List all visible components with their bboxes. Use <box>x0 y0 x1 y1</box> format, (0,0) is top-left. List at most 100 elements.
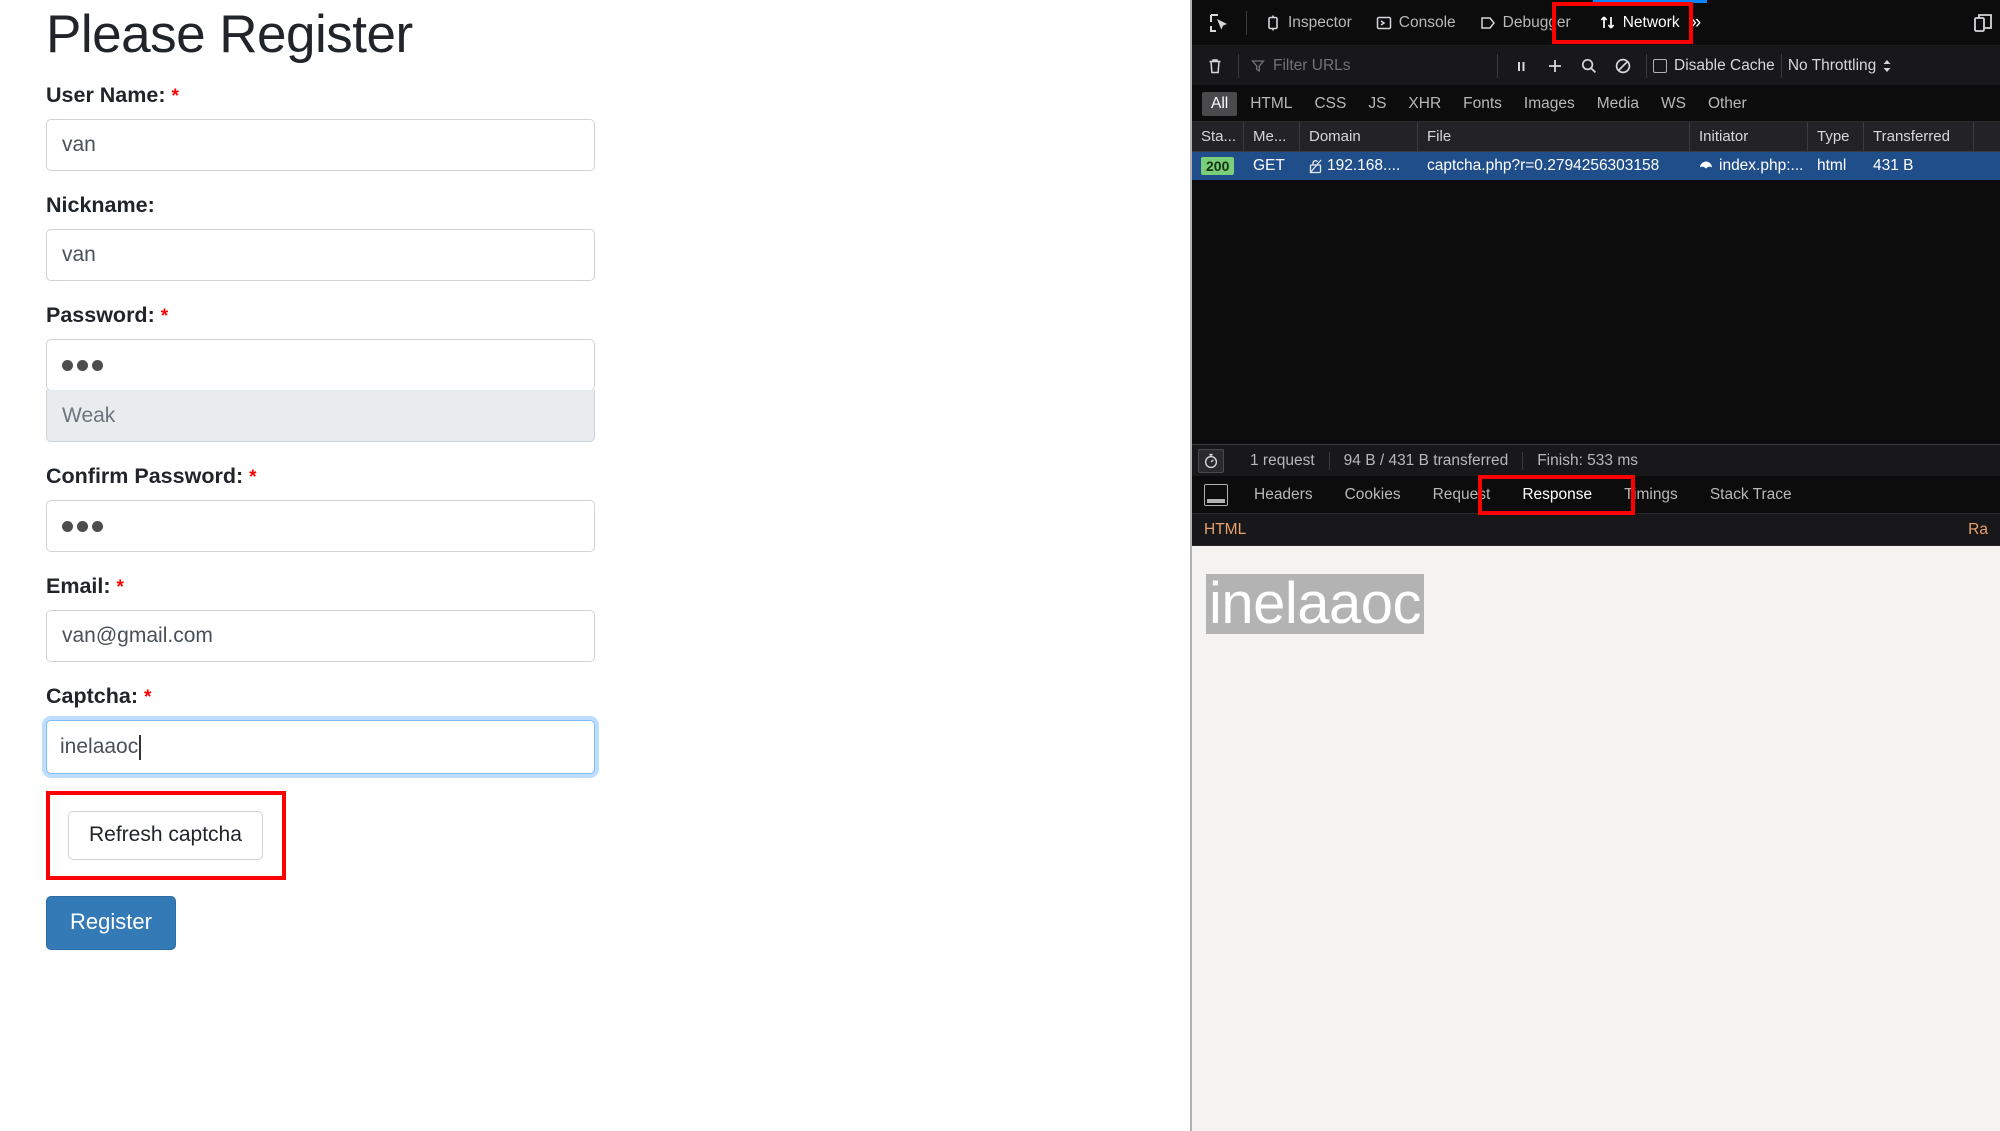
refresh-captcha-button[interactable]: Refresh captcha <box>68 811 263 860</box>
label-password: Password: * <box>46 303 1190 328</box>
page-title: Please Register <box>46 5 413 64</box>
field-group-nickname: Nickname: van <box>46 193 1190 281</box>
tab-console[interactable]: Console <box>1364 0 1468 46</box>
filter-media[interactable]: Media <box>1588 92 1648 116</box>
required-marker: * <box>143 687 152 708</box>
column-header-file[interactable]: File <box>1418 122 1690 151</box>
input-nickname[interactable]: van <box>46 229 595 281</box>
input-email[interactable]: van@gmail.com <box>46 610 595 662</box>
column-header-domain[interactable]: Domain <box>1300 122 1418 151</box>
input-captcha-value: inelaaoc <box>60 735 139 758</box>
disable-cache-label: Disable Cache <box>1674 56 1775 74</box>
column-header-initiator[interactable]: Initiator <box>1690 122 1808 151</box>
disable-cache-checkbox[interactable]: Disable Cache <box>1653 57 1775 75</box>
filter-js[interactable]: JS <box>1359 92 1395 116</box>
request-detail-tabs: Headers Cookies Request Response Timings… <box>1192 475 2000 515</box>
filter-ws[interactable]: WS <box>1652 92 1695 116</box>
console-icon <box>1376 15 1392 31</box>
network-toolbar: Filter URLs Disable Cache No Throttling <box>1192 46 2000 86</box>
cause-icon <box>1699 160 1713 172</box>
label-captcha: Captcha: * <box>46 684 1190 709</box>
overflow-chevron-icon[interactable]: » <box>1691 12 1702 34</box>
detail-tab-headers[interactable]: Headers <box>1238 476 1329 514</box>
input-nickname-value: van <box>62 243 96 266</box>
trash-icon[interactable] <box>1198 50 1232 82</box>
filter-icon <box>1251 59 1265 73</box>
input-confirm-password[interactable] <box>46 500 595 552</box>
chevron-updown-icon <box>1882 58 1892 74</box>
filter-images[interactable]: Images <box>1515 92 1584 116</box>
element-picker-icon[interactable] <box>1198 2 1240 44</box>
throttling-select[interactable]: No Throttling <box>1788 57 1892 75</box>
refresh-captcha-highlight: Refresh captcha <box>46 791 286 880</box>
filter-css[interactable]: CSS <box>1305 92 1355 116</box>
captcha-rendered-text: inelaaoc <box>1206 574 1425 634</box>
tab-console-label: Console <box>1398 13 1456 31</box>
search-icon[interactable] <box>1572 50 1606 82</box>
password-dot <box>62 520 73 532</box>
responsive-design-mode-icon[interactable] <box>1972 11 1996 35</box>
network-summary-bar: 1 request 94 B / 431 B transferred Finis… <box>1192 444 2000 476</box>
toolbar-divider <box>1238 53 1239 78</box>
checkbox-box <box>1653 58 1667 73</box>
required-marker: * <box>116 577 124 598</box>
request-domain-text: 192.168.... <box>1327 157 1401 174</box>
input-captcha[interactable]: inelaaoc <box>46 720 595 774</box>
request-domain-cell: 192.168.... <box>1300 152 1418 180</box>
input-password[interactable] <box>46 339 595 391</box>
detail-tab-cookies[interactable]: Cookies <box>1329 476 1417 514</box>
filter-all[interactable]: All <box>1202 91 1238 116</box>
request-file-cell: captcha.php?r=0.2794256303158 <box>1427 157 1660 174</box>
label-email: Email: * <box>46 574 1190 599</box>
field-group-username: User Name: * van <box>46 83 1190 171</box>
raw-toggle-label[interactable]: Ra <box>1968 521 1988 539</box>
label-nickname-text: Nickname: <box>46 193 155 217</box>
stopwatch-icon[interactable] <box>1198 448 1224 473</box>
password-dot <box>92 520 103 532</box>
request-initiator-text: index.php:... <box>1719 157 1804 174</box>
filter-html[interactable]: HTML <box>1241 92 1301 116</box>
column-header-status[interactable]: Sta... <box>1192 122 1244 151</box>
detail-tab-stack-trace[interactable]: Stack Trace <box>1694 476 1808 514</box>
response-body-preview: inelaaoc <box>1192 546 2000 1131</box>
column-header-method[interactable]: Me... <box>1244 122 1300 151</box>
request-table-header: Sta... Me... Domain File Initiator Type … <box>1192 122 2000 152</box>
column-header-type[interactable]: Type <box>1808 122 1864 151</box>
label-username: User Name: * <box>46 83 1190 108</box>
detail-tab-response[interactable]: Response <box>1506 475 1608 514</box>
throttling-value: No Throttling <box>1787 56 1877 74</box>
toolbar-divider <box>1246 10 1247 35</box>
field-group-password: Password: * Weak <box>46 303 1190 442</box>
column-header-transferred[interactable]: Transferred <box>1864 122 1974 151</box>
detail-tab-timings[interactable]: Timings <box>1608 476 1694 514</box>
filter-fonts[interactable]: Fonts <box>1454 92 1511 116</box>
request-type-cell: html <box>1817 157 1847 174</box>
devtools-toolbar-right <box>1972 11 2000 35</box>
filter-other[interactable]: Other <box>1699 92 1756 116</box>
plus-icon[interactable] <box>1538 50 1572 82</box>
toolbar-divider <box>1646 53 1647 78</box>
filter-xhr[interactable]: XHR <box>1399 92 1450 116</box>
tab-network[interactable]: Network » <box>1587 0 1713 46</box>
tab-inspector[interactable]: Inspector <box>1253 0 1364 46</box>
register-button[interactable]: Register <box>46 896 176 950</box>
toolbar-divider <box>1497 53 1498 78</box>
label-nickname: Nickname: <box>46 193 1190 218</box>
request-list: 200 GET 192.168.... captcha.php?r=0.2794… <box>1192 152 2000 444</box>
tab-debugger[interactable]: Debugger <box>1468 0 1583 46</box>
request-row[interactable]: 200 GET 192.168.... captcha.php?r=0.2794… <box>1192 152 2000 180</box>
input-username-value: van <box>62 133 96 156</box>
label-captcha-text: Captcha: <box>46 684 138 708</box>
filter-urls-input[interactable]: Filter URLs <box>1245 57 1475 75</box>
input-username[interactable]: van <box>46 119 595 171</box>
browser-window: Please Register User Name: * van Nicknam… <box>0 0 2000 1131</box>
detail-tab-request[interactable]: Request <box>1417 476 1507 514</box>
password-dot <box>77 359 88 371</box>
required-marker: * <box>249 467 257 488</box>
devtools-toolbox-tabbar: Inspector Console Debugger Network » <box>1192 0 2000 46</box>
block-icon[interactable] <box>1606 50 1640 82</box>
pause-icon[interactable] <box>1504 50 1538 82</box>
field-group-email: Email: * van@gmail.com <box>46 574 1190 662</box>
label-email-text: Email: <box>46 574 111 598</box>
toggle-detail-panel-icon[interactable] <box>1204 483 1228 506</box>
